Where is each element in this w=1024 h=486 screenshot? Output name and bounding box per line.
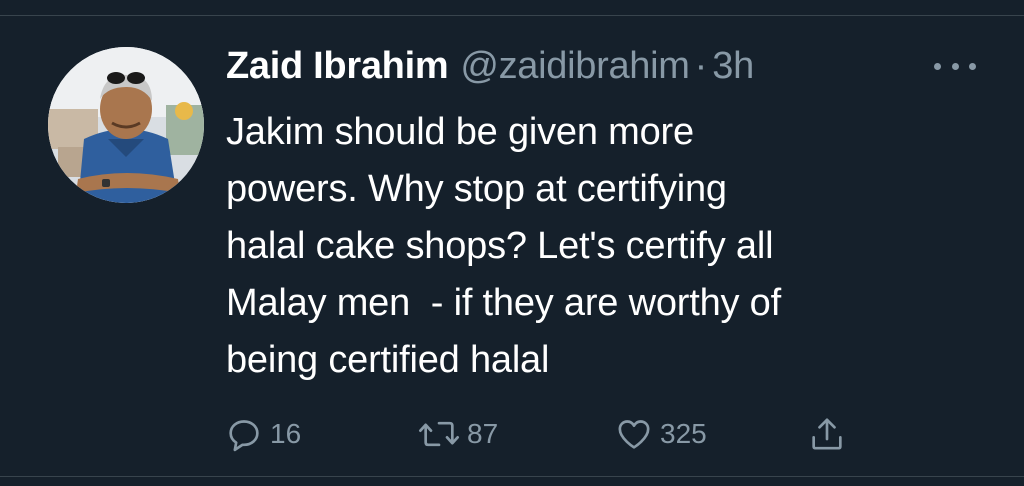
like-button[interactable]: 325: [614, 414, 707, 454]
tweet-header: Zaid Ibrahim @zaidibrahim · 3h: [226, 44, 754, 88]
share-upload-icon: [812, 418, 842, 450]
reply-bubble-icon: [229, 420, 259, 452]
tweet-text: Jakim should be given more powers. Why s…: [226, 111, 781, 381]
author-name[interactable]: Zaid Ibrahim: [226, 45, 449, 88]
reply-button[interactable]: 16: [224, 414, 301, 454]
bottom-divider: [0, 476, 1024, 477]
retweet-count: 87: [467, 418, 499, 449]
top-divider: [0, 15, 1024, 16]
tweet-actions: 16 87 325: [224, 414, 864, 454]
avatar[interactable]: [48, 47, 204, 203]
reply-count: 16: [270, 418, 302, 449]
author-handle[interactable]: @zaidibrahim: [460, 45, 690, 88]
more-dot: [934, 62, 941, 70]
like-count: 325: [660, 418, 707, 449]
retweet-button[interactable]: 87: [417, 414, 498, 454]
timestamp[interactable]: 3h: [712, 45, 754, 88]
heart-icon: [618, 420, 650, 449]
separator-dot: ·: [694, 44, 708, 87]
more-dots-icon[interactable]: [934, 54, 976, 78]
retweet-arrows-icon: [419, 421, 459, 447]
share-button[interactable]: [807, 414, 847, 454]
avatar-photo: [48, 47, 204, 203]
more-dot: [969, 62, 976, 70]
more-dot: [951, 62, 959, 70]
